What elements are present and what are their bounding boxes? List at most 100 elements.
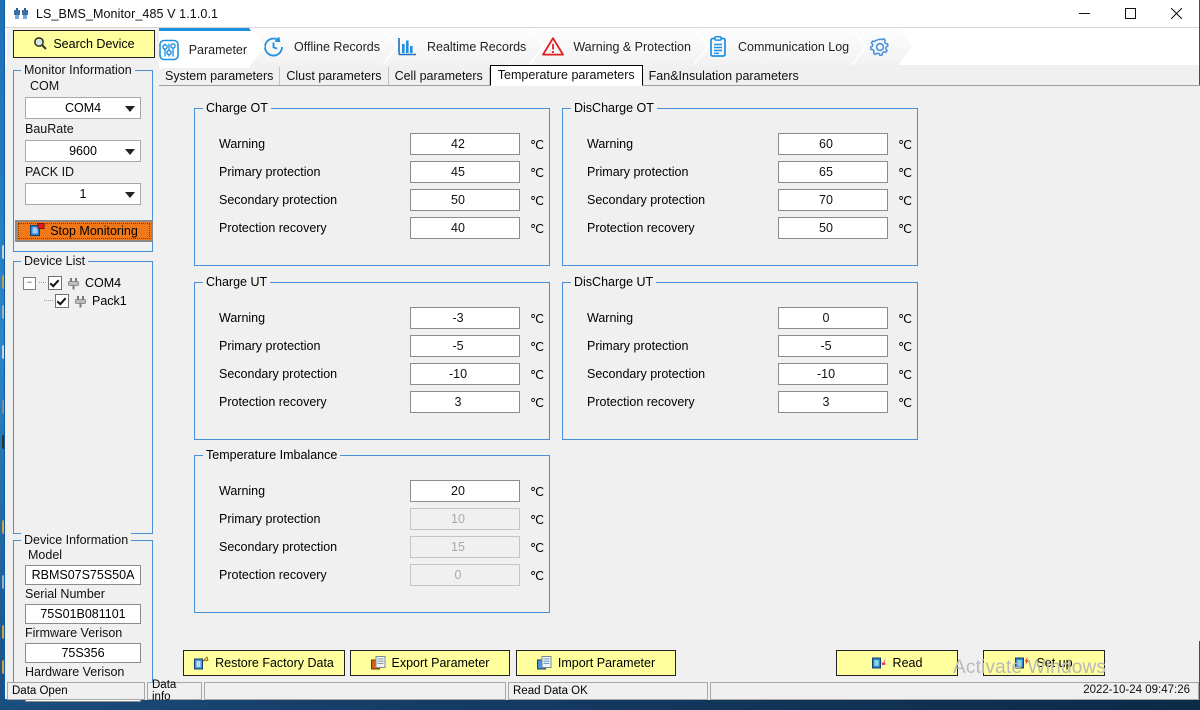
unit-label: ℃ [530,568,545,583]
stop-monitoring-button[interactable]: Stop Monitoring [15,220,153,242]
device-information-legend: Device Information [21,533,132,547]
field-value: 0 [822,311,830,325]
device-checkbox-com4[interactable] [48,276,62,290]
packid-select[interactable]: 1 [25,183,141,205]
read-icon [871,656,887,670]
discharge-ot-secondary-input[interactable]: 70 [778,189,888,211]
clipboard-icon [705,35,731,59]
charge-ut-primary-input[interactable]: -5 [410,335,520,357]
device-tree-row-com4[interactable]: − COM4 [23,274,127,292]
row-label: Secondary protection [219,193,338,207]
ribbon-tab-parameter[interactable]: Parameter [146,28,263,68]
discharge-ot-row-primary: Primary protection 65 ℃ [563,161,917,183]
row-label: Secondary protection [219,540,338,554]
imbalance-warning-input[interactable]: 20 [410,480,520,502]
device-plug-icon [74,295,87,308]
sub-tab-label: Clust parameters [286,69,382,83]
unit-label: ℃ [898,137,913,152]
row-label: Protection recovery [219,221,327,235]
temperature-imbalance-group: Temperature Imbalance Warning 20 ℃ Prima… [194,448,550,613]
unit-label: ℃ [530,311,545,326]
sub-tab-cell-parameters[interactable]: Cell parameters [389,67,490,86]
import-parameter-button[interactable]: Import Parameter [516,650,676,676]
ribbon-tab-communication-log[interactable]: Communication Log [695,28,865,65]
import-icon [536,656,552,670]
discharge-ut-secondary-input[interactable]: -10 [778,363,888,385]
close-button[interactable] [1153,0,1199,27]
discharge-ot-recovery-input[interactable]: 50 [778,217,888,239]
ribbon-tab-label: Parameter [188,42,248,57]
charge-ut-warning-input[interactable]: -3 [410,307,520,329]
charge-ot-secondary-input[interactable]: 50 [410,189,520,211]
minimize-button[interactable] [1061,0,1107,27]
device-tree: − COM4 Pack1 [23,274,127,310]
firmware-version-field[interactable]: 75S356 [25,643,141,663]
export-parameter-button[interactable]: Export Parameter [350,650,510,676]
import-parameter-label: Import Parameter [557,656,656,670]
maximize-button[interactable] [1107,0,1153,27]
field-value: 3 [454,395,462,409]
restore-factory-data-button[interactable]: Restore Factory Data [183,650,345,676]
charge-ot-recovery-input[interactable]: 40 [410,217,520,239]
charge-ut-recovery-input[interactable]: 3 [410,391,520,413]
sub-tab-system-parameters[interactable]: System parameters [159,67,281,86]
charge-ot-legend: Charge OT [203,101,271,115]
setup-button[interactable]: Set up [983,650,1105,676]
search-device-button[interactable]: Search Device [13,30,155,58]
sub-tab-temperature-parameters[interactable]: Temperature parameters [489,65,643,86]
field-value: -5 [820,339,832,353]
unit-label: ℃ [898,221,913,236]
com-value: COM4 [64,101,102,115]
ribbon-tab-warning-protection[interactable]: Warning & Protection [530,28,707,65]
discharge-ut-warning-input[interactable]: 0 [778,307,888,329]
row-label: Protection recovery [587,221,695,235]
field-value: 40 [451,221,465,235]
warning-triangle-icon [540,35,566,59]
device-tree-row-pack1[interactable]: Pack1 [23,292,127,310]
read-button[interactable]: Read [836,650,958,676]
stop-monitoring-label: Stop Monitoring [50,224,138,238]
row-label: Primary protection [587,165,689,179]
title-bar: LS_BMS_Monitor_485 V 1.1.0.1 [5,0,1199,28]
tree-expander-toggle[interactable]: − [23,276,36,290]
discharge-ut-primary-input[interactable]: -5 [778,335,888,357]
discharge-ot-legend: DisCharge OT [571,101,657,115]
discharge-ut-recovery-input[interactable]: 3 [778,391,888,413]
com-select[interactable]: COM4 [25,97,141,119]
field-value: 20 [451,484,465,498]
discharge-ut-row-recovery: Protection recovery 3 ℃ [563,391,917,413]
unit-label: ℃ [898,339,913,354]
serial-number-field[interactable]: 75S01B081101 [25,604,141,624]
charge-ot-warning-input[interactable]: 42 [410,133,520,155]
unit-label: ℃ [898,395,913,410]
baudrate-select[interactable]: 9600 [25,140,141,162]
restore-icon [194,656,209,670]
magnifier-icon [33,36,48,53]
ribbon-tab-realtime-records[interactable]: Realtime Records [384,28,542,65]
field-value: 45 [451,165,465,179]
field-value: -5 [452,339,464,353]
sub-tab-label: Temperature parameters [497,68,635,82]
sub-tab-fan-insulation-parameters[interactable]: Fan&Insulation parameters [643,67,805,86]
field-value: 15 [451,540,465,554]
charge-ut-row-primary: Primary protection -5 ℃ [195,335,549,357]
charge-ot-primary-input[interactable]: 45 [410,161,520,183]
sub-tab-bar: System parameters Clust parameters Cell … [159,65,1199,86]
charge-ot-row-warning: Warning 42 ℃ [195,133,549,155]
row-label: Warning [587,311,634,325]
app-icon [13,6,29,22]
ribbon-tab-offline-records[interactable]: Offline Records [251,28,396,65]
discharge-ot-primary-input[interactable]: 65 [778,161,888,183]
tree-connector [39,282,46,284]
unit-label: ℃ [530,395,545,410]
device-checkbox-pack1[interactable] [55,294,69,308]
unit-label: ℃ [530,221,545,236]
model-field[interactable]: RBMS07S75S50A [25,565,141,585]
clock-history-icon [261,35,287,59]
discharge-ot-warning-input[interactable]: 60 [778,133,888,155]
packid-label: PACK ID [25,165,75,179]
temperature-imbalance-legend: Temperature Imbalance [203,448,341,462]
sub-tab-clust-parameters[interactable]: Clust parameters [280,67,389,86]
sub-tab-label: Fan&Insulation parameters [648,69,799,83]
charge-ut-secondary-input[interactable]: -10 [410,363,520,385]
